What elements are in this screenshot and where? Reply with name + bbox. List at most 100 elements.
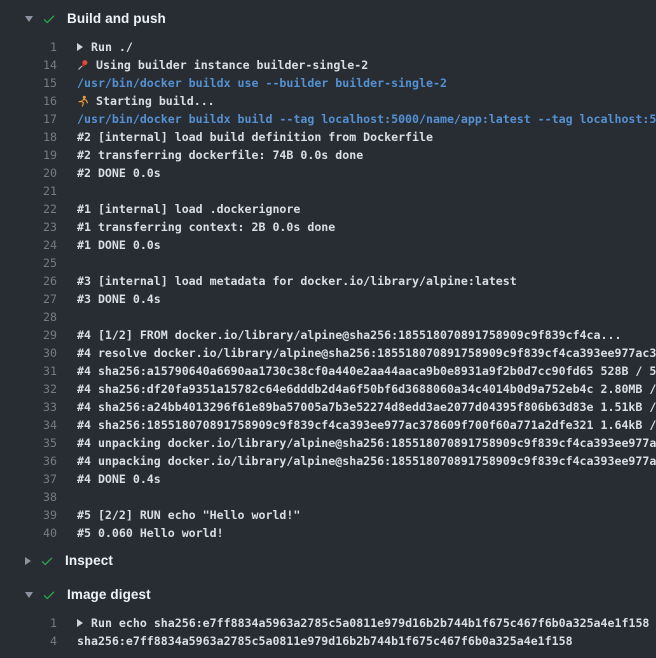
- step-header[interactable]: Image digest: [0, 586, 656, 603]
- log-line: 29 #4 [1/2] FROM docker.io/library/alpin…: [0, 326, 656, 344]
- chevron-right-icon[interactable]: [25, 557, 31, 565]
- log-line: 33 #4 sha256:a24bb4013296f61e89ba57005a7…: [0, 398, 656, 416]
- log-line-content: #4 sha256:185518070891758909c9f839cf4ca3…: [77, 418, 656, 432]
- log-line: 15 /usr/bin/docker buildx use --builder …: [0, 74, 656, 92]
- log-line-text: #1 transferring context: 2B 0.0s done: [77, 220, 335, 234]
- line-number[interactable]: 27: [0, 292, 57, 306]
- line-number[interactable]: 17: [0, 112, 57, 126]
- log-line: 19 #2 transferring dockerfile: 74B 0.0s …: [0, 146, 656, 164]
- line-number[interactable]: 14: [0, 58, 57, 72]
- line-number[interactable]: 39: [0, 508, 57, 522]
- step-header[interactable]: Build and push: [0, 10, 656, 27]
- log-line: 23 #1 transferring context: 2B 0.0s done: [0, 218, 656, 236]
- log-line: 20 #2 DONE 0.0s: [0, 164, 656, 182]
- log-line-text: #4 [1/2] FROM docker.io/library/alpine@s…: [77, 328, 621, 342]
- log-line-text: #4 DONE 0.4s: [77, 472, 161, 486]
- log-line-content: /usr/bin/docker buildx use --builder bui…: [77, 76, 447, 90]
- check-icon: [42, 12, 56, 26]
- log-line: 4 sha256:e7ff8834a5963a2785c5a0811e979d1…: [0, 632, 656, 650]
- log-lines: 1 Run echo sha256:e7ff8834a5963a2785c5a0…: [0, 614, 656, 650]
- line-number[interactable]: 22: [0, 202, 57, 216]
- line-number[interactable]: 20: [0, 166, 57, 180]
- log-section-build-and-push: Build and push 1 Run ./ 14 Using builder…: [0, 10, 656, 542]
- log-line-content: #5 0.060 Hello world!: [77, 526, 224, 540]
- log-line: 1 Run ./: [0, 38, 656, 56]
- line-number[interactable]: 32: [0, 382, 57, 396]
- log-line: 16 Starting build...: [0, 92, 656, 110]
- log-line-content: #4 unpacking docker.io/library/alpine@sh…: [77, 454, 656, 468]
- line-number[interactable]: 40: [0, 526, 57, 540]
- pushpin-icon: [77, 59, 89, 71]
- log-line-content: #2 DONE 0.0s: [77, 166, 161, 180]
- line-number[interactable]: 1: [0, 40, 57, 54]
- log-line: 36 #4 unpacking docker.io/library/alpine…: [0, 452, 656, 470]
- expand-group-icon[interactable]: [77, 619, 83, 627]
- line-number[interactable]: 26: [0, 274, 57, 288]
- log-line-content: sha256:e7ff8834a5963a2785c5a0811e979d16b…: [77, 634, 573, 648]
- log-line: 18 #2 [internal] load build definition f…: [0, 128, 656, 146]
- log-line-content: #2 [internal] load build definition from…: [77, 130, 433, 144]
- log-line-content: #4 sha256:a15790640a6690aa1730c38cf0a440…: [77, 364, 656, 378]
- line-number[interactable]: 36: [0, 454, 57, 468]
- log-line-text: Starting build...: [96, 94, 215, 108]
- line-number[interactable]: 28: [0, 310, 57, 324]
- log-line: 32 #4 sha256:df20fa9351a15782c64e6dddb2d…: [0, 380, 656, 398]
- line-number[interactable]: 18: [0, 130, 57, 144]
- line-number[interactable]: 23: [0, 220, 57, 234]
- line-number[interactable]: 30: [0, 346, 57, 360]
- line-number[interactable]: 16: [0, 94, 57, 108]
- log-section-inspect: Inspect: [0, 552, 656, 569]
- line-number[interactable]: 24: [0, 238, 57, 252]
- line-number[interactable]: 38: [0, 490, 57, 504]
- log-line: 1 Run echo sha256:e7ff8834a5963a2785c5a0…: [0, 614, 656, 632]
- expand-group-icon[interactable]: [77, 43, 83, 51]
- log-line: 37 #4 DONE 0.4s: [0, 470, 656, 488]
- log-line-content: Run echo sha256:e7ff8834a5963a2785c5a081…: [77, 616, 649, 630]
- log-line: 31 #4 sha256:a15790640a6690aa1730c38cf0a…: [0, 362, 656, 380]
- log-line-content: #3 [internal] load metadata for docker.i…: [77, 274, 517, 288]
- log-line: 27 #3 DONE 0.4s: [0, 290, 656, 308]
- log-line-content: #4 resolve docker.io/library/alpine@sha2…: [77, 346, 656, 360]
- step-header[interactable]: Inspect: [0, 552, 656, 569]
- log-line-text: /usr/bin/docker buildx build --tag local…: [77, 112, 656, 126]
- log-line-content: #4 sha256:df20fa9351a15782c64e6dddb2d4a6…: [77, 382, 656, 396]
- log-line-text: Using builder instance builder-single-2: [96, 58, 368, 72]
- chevron-down-icon[interactable]: [25, 16, 33, 22]
- log-line-content: Using builder instance builder-single-2: [77, 58, 368, 72]
- log-line-content: #1 DONE 0.0s: [77, 238, 161, 252]
- log-line: 22 #1 [internal] load .dockerignore: [0, 200, 656, 218]
- log-line: 30 #4 resolve docker.io/library/alpine@s…: [0, 344, 656, 362]
- log-line-text: #5 0.060 Hello world!: [77, 526, 224, 540]
- line-number[interactable]: 37: [0, 472, 57, 486]
- line-number[interactable]: 15: [0, 76, 57, 90]
- log-line-content: #3 DONE 0.4s: [77, 292, 161, 306]
- line-number[interactable]: 19: [0, 148, 57, 162]
- log-line: 17 /usr/bin/docker buildx build --tag lo…: [0, 110, 656, 128]
- log-line-text: /usr/bin/docker buildx use --builder bui…: [77, 76, 447, 90]
- line-number[interactable]: 25: [0, 256, 57, 270]
- line-number[interactable]: 31: [0, 364, 57, 378]
- log-line-text: sha256:e7ff8834a5963a2785c5a0811e979d16b…: [77, 634, 573, 648]
- log-line-text: Run ./: [91, 40, 133, 54]
- line-number[interactable]: 4: [0, 634, 57, 648]
- log-line-content: #1 transferring context: 2B 0.0s done: [77, 220, 335, 234]
- log-line: 35 #4 unpacking docker.io/library/alpine…: [0, 434, 656, 452]
- check-icon: [42, 588, 56, 602]
- line-number[interactable]: 21: [0, 184, 57, 198]
- line-number[interactable]: 35: [0, 436, 57, 450]
- log-line: 26 #3 [internal] load metadata for docke…: [0, 272, 656, 290]
- log-line: 39 #5 [2/2] RUN echo "Hello world!": [0, 506, 656, 524]
- log-line-content: Run ./: [77, 40, 133, 54]
- step-title: Inspect: [65, 553, 113, 568]
- log-line-text: #2 DONE 0.0s: [77, 166, 161, 180]
- check-icon: [40, 554, 54, 568]
- log-line-text: #4 sha256:a15790640a6690aa1730c38cf0a440…: [77, 364, 656, 378]
- log-line-content: #4 DONE 0.4s: [77, 472, 161, 486]
- line-number[interactable]: 33: [0, 400, 57, 414]
- line-number[interactable]: 29: [0, 328, 57, 342]
- log-line-text: #4 unpacking docker.io/library/alpine@sh…: [77, 436, 656, 450]
- log-line: 24 #1 DONE 0.0s: [0, 236, 656, 254]
- chevron-down-icon[interactable]: [25, 592, 33, 598]
- line-number[interactable]: 34: [0, 418, 57, 432]
- line-number[interactable]: 1: [0, 616, 57, 630]
